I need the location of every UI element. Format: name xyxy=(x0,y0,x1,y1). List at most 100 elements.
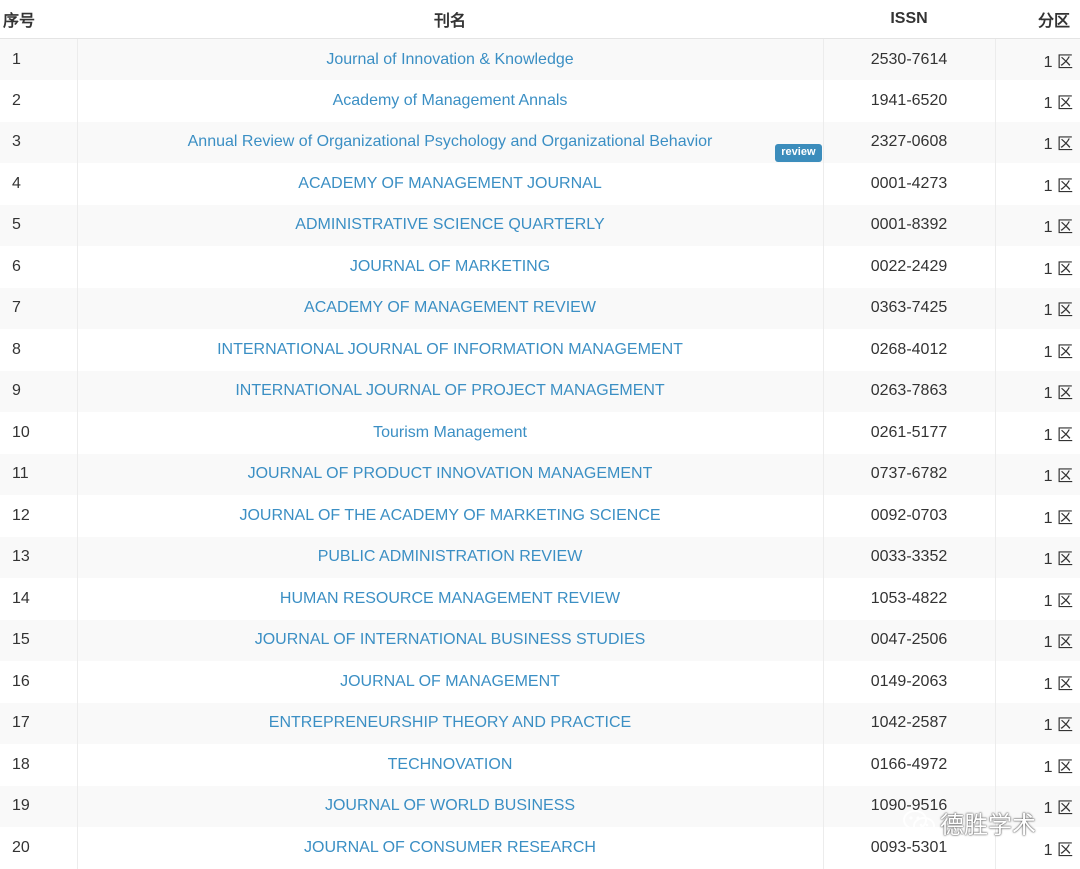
journal-link[interactable]: ACADEMY OF MANAGEMENT JOURNAL xyxy=(298,175,601,192)
row-issn: 0268-4012 xyxy=(823,329,996,371)
row-index: 3 xyxy=(0,121,78,163)
table-body: 1 Journal of Innovation & Knowledge 2530-7… xyxy=(0,38,1080,869)
journal-link[interactable]: INTERNATIONAL JOURNAL OF INFORMATION MAN… xyxy=(217,341,683,358)
row-zone: 1 区 xyxy=(1043,136,1073,154)
watermark: 德胜学术 xyxy=(902,805,1036,840)
journal-link[interactable]: INTERNATIONAL JOURNAL OF PROJECT MANAGEM… xyxy=(235,382,664,399)
journal-link[interactable]: Journal of Innovation & Knowledge xyxy=(326,51,573,68)
row-index: 1 xyxy=(0,38,78,80)
journal-list-page: 序号 刊名 ISSN 分区 1 Journal of Innovation & K… xyxy=(0,0,1080,869)
table-row: 14 HUMAN RESOURCE MANAGEMENT REVIEW 1053-4… xyxy=(0,578,1080,620)
table-row: 11 JOURNAL OF PRODUCT INNOVATION MANAGEME… xyxy=(0,453,1080,495)
row-index: 19 xyxy=(0,785,78,827)
journal-link[interactable]: ENTREPRENEURSHIP THEORY AND PRACTICE xyxy=(269,714,631,731)
row-index: 11 xyxy=(0,453,78,495)
journal-link[interactable]: JOURNAL OF WORLD BUSINESS xyxy=(325,797,575,814)
row-issn: 0166-4972 xyxy=(823,744,996,786)
header-issn[interactable]: ISSN xyxy=(823,0,995,39)
journal-link[interactable]: TECHNOVATION xyxy=(388,756,513,773)
row-zone: 1 区 xyxy=(1043,592,1073,610)
row-zone: 1 区 xyxy=(1043,717,1073,735)
row-journal-name-cell: JOURNAL OF INTERNATIONAL BUSINESS STUDIE… xyxy=(77,619,824,661)
row-zone: 1 区 xyxy=(1043,758,1073,776)
journal-link[interactable]: Academy of Management Annals xyxy=(333,92,568,109)
row-index: 7 xyxy=(0,287,78,329)
row-zone: 1 区 xyxy=(1043,53,1073,71)
table-row: 13 PUBLIC ADMINISTRATION REVIEW 0033-3352 1… xyxy=(0,536,1080,578)
row-journal-name-cell: PUBLIC ADMINISTRATION REVIEW xyxy=(77,536,824,578)
header-index[interactable]: 序号 xyxy=(0,0,77,39)
row-issn: 0149-2063 xyxy=(823,661,996,703)
row-index: 12 xyxy=(0,495,78,537)
row-index: 8 xyxy=(0,329,78,371)
wechat-icon xyxy=(903,809,935,835)
table-row: 1 Journal of Innovation & Knowledge 2530-7… xyxy=(0,38,1080,80)
table-row: 5 ADMINISTRATIVE SCIENCE QUARTERLY 0001-83… xyxy=(0,204,1080,246)
table-row: 6 JOURNAL OF MARKETING 0022-2429 1 区 xyxy=(0,246,1080,288)
journal-link[interactable]: JOURNAL OF PRODUCT INNOVATION MANAGEMENT xyxy=(248,465,653,482)
journal-link[interactable]: ADMINISTRATIVE SCIENCE QUARTERLY xyxy=(295,216,604,233)
journal-link[interactable]: PUBLIC ADMINISTRATION REVIEW xyxy=(318,548,583,565)
table-row: 16 JOURNAL OF MANAGEMENT 0149-2063 1 区 xyxy=(0,661,1080,703)
row-zone: 1 区 xyxy=(1043,219,1073,237)
journal-link[interactable]: JOURNAL OF INTERNATIONAL BUSINESS STUDIE… xyxy=(255,631,646,648)
table-row: 15 JOURNAL OF INTERNATIONAL BUSINESS STUD… xyxy=(0,619,1080,661)
row-index: 2 xyxy=(0,80,78,122)
row-index: 9 xyxy=(0,370,78,412)
row-index: 5 xyxy=(0,204,78,246)
header-zone[interactable]: 分区 xyxy=(995,0,1080,39)
table-header-row: 序号 刊名 ISSN 分区 xyxy=(0,0,1080,39)
journal-link[interactable]: ACADEMY OF MANAGEMENT REVIEW xyxy=(304,299,596,316)
journal-link[interactable]: JOURNAL OF MANAGEMENT xyxy=(340,673,560,690)
row-zone: 1 区 xyxy=(1043,426,1073,444)
row-journal-name-cell: Journal of Innovation & Knowledge xyxy=(77,38,824,80)
row-issn: 1053-4822 xyxy=(823,578,996,620)
row-issn: 2530-7614 xyxy=(823,38,996,80)
table-row: 7 ACADEMY OF MANAGEMENT REVIEW 0363-7425 1 … xyxy=(0,287,1080,329)
row-zone: 1 区 xyxy=(1043,177,1073,195)
row-issn: 0363-7425 xyxy=(823,287,996,329)
row-journal-name-cell: ACADEMY OF MANAGEMENT REVIEW xyxy=(77,287,824,329)
row-issn: 0047-2506 xyxy=(823,619,996,661)
row-issn: 0001-8392 xyxy=(823,204,996,246)
row-journal-name-cell: JOURNAL OF THE ACADEMY OF MARKETING SCIE… xyxy=(77,495,824,537)
row-issn: 0092-0703 xyxy=(823,495,996,537)
row-index: 13 xyxy=(0,536,78,578)
row-zone: 1 区 xyxy=(1043,343,1073,361)
header-journal-name[interactable]: 刊名 xyxy=(77,0,823,39)
table-row: 17 ENTREPRENEURSHIP THEORY AND PRACTICE 10… xyxy=(0,702,1080,744)
row-zone: 1 区 xyxy=(1043,509,1073,527)
row-zone: 1 区 xyxy=(1043,385,1073,403)
row-journal-name-cell: ADMINISTRATIVE SCIENCE QUARTERLY xyxy=(77,204,824,246)
row-journal-name-cell: Annual Review of Organizational Psycholo… xyxy=(77,121,824,163)
row-issn: 0001-4273 xyxy=(823,163,996,205)
row-journal-name-cell: JOURNAL OF MARKETING xyxy=(77,246,824,288)
table-row: 18 TECHNOVATION 0166-4972 1 区 xyxy=(0,744,1080,786)
journal-link[interactable]: JOURNAL OF MARKETING xyxy=(350,258,550,275)
row-issn: 2327-0608 xyxy=(823,121,996,163)
row-zone: 1 区 xyxy=(1043,634,1073,652)
table-row: 12 JOURNAL OF THE ACADEMY OF MARKETING SC… xyxy=(0,495,1080,537)
row-index: 10 xyxy=(0,412,78,454)
row-zone: 1 区 xyxy=(1043,302,1073,320)
journal-link[interactable]: Annual Review of Organizational Psycholo… xyxy=(188,133,713,150)
row-journal-name-cell: JOURNAL OF WORLD BUSINESS xyxy=(77,785,824,827)
row-issn: 0263-7863 xyxy=(823,370,996,412)
row-issn: 0022-2429 xyxy=(823,246,996,288)
row-index: 6 xyxy=(0,246,78,288)
journal-link[interactable]: Tourism Management xyxy=(373,424,527,441)
journal-link[interactable]: JOURNAL OF THE ACADEMY OF MARKETING SCIE… xyxy=(239,507,660,524)
row-journal-name-cell: ENTREPRENEURSHIP THEORY AND PRACTICE xyxy=(77,702,824,744)
table-row: 9 INTERNATIONAL JOURNAL OF PROJECT MANAGE… xyxy=(0,370,1080,412)
table-row: 10 Tourism Management 0261-5177 1 区 xyxy=(0,412,1080,454)
table-row: 8 INTERNATIONAL JOURNAL OF INFORMATION MA… xyxy=(0,329,1080,371)
row-journal-name-cell: Tourism Management xyxy=(77,412,824,454)
row-journal-name-cell: ACADEMY OF MANAGEMENT JOURNAL xyxy=(77,163,824,205)
table-row: 4 ACADEMY OF MANAGEMENT JOURNAL 0001-4273 1… xyxy=(0,163,1080,205)
row-issn: 0261-5177 xyxy=(823,412,996,454)
row-index: 17 xyxy=(0,702,78,744)
journal-link[interactable]: HUMAN RESOURCE MANAGEMENT REVIEW xyxy=(280,590,620,607)
row-zone: 1 区 xyxy=(1043,551,1073,569)
journal-link[interactable]: JOURNAL OF CONSUMER RESEARCH xyxy=(304,839,596,856)
row-issn: 0737-6782 xyxy=(823,453,996,495)
